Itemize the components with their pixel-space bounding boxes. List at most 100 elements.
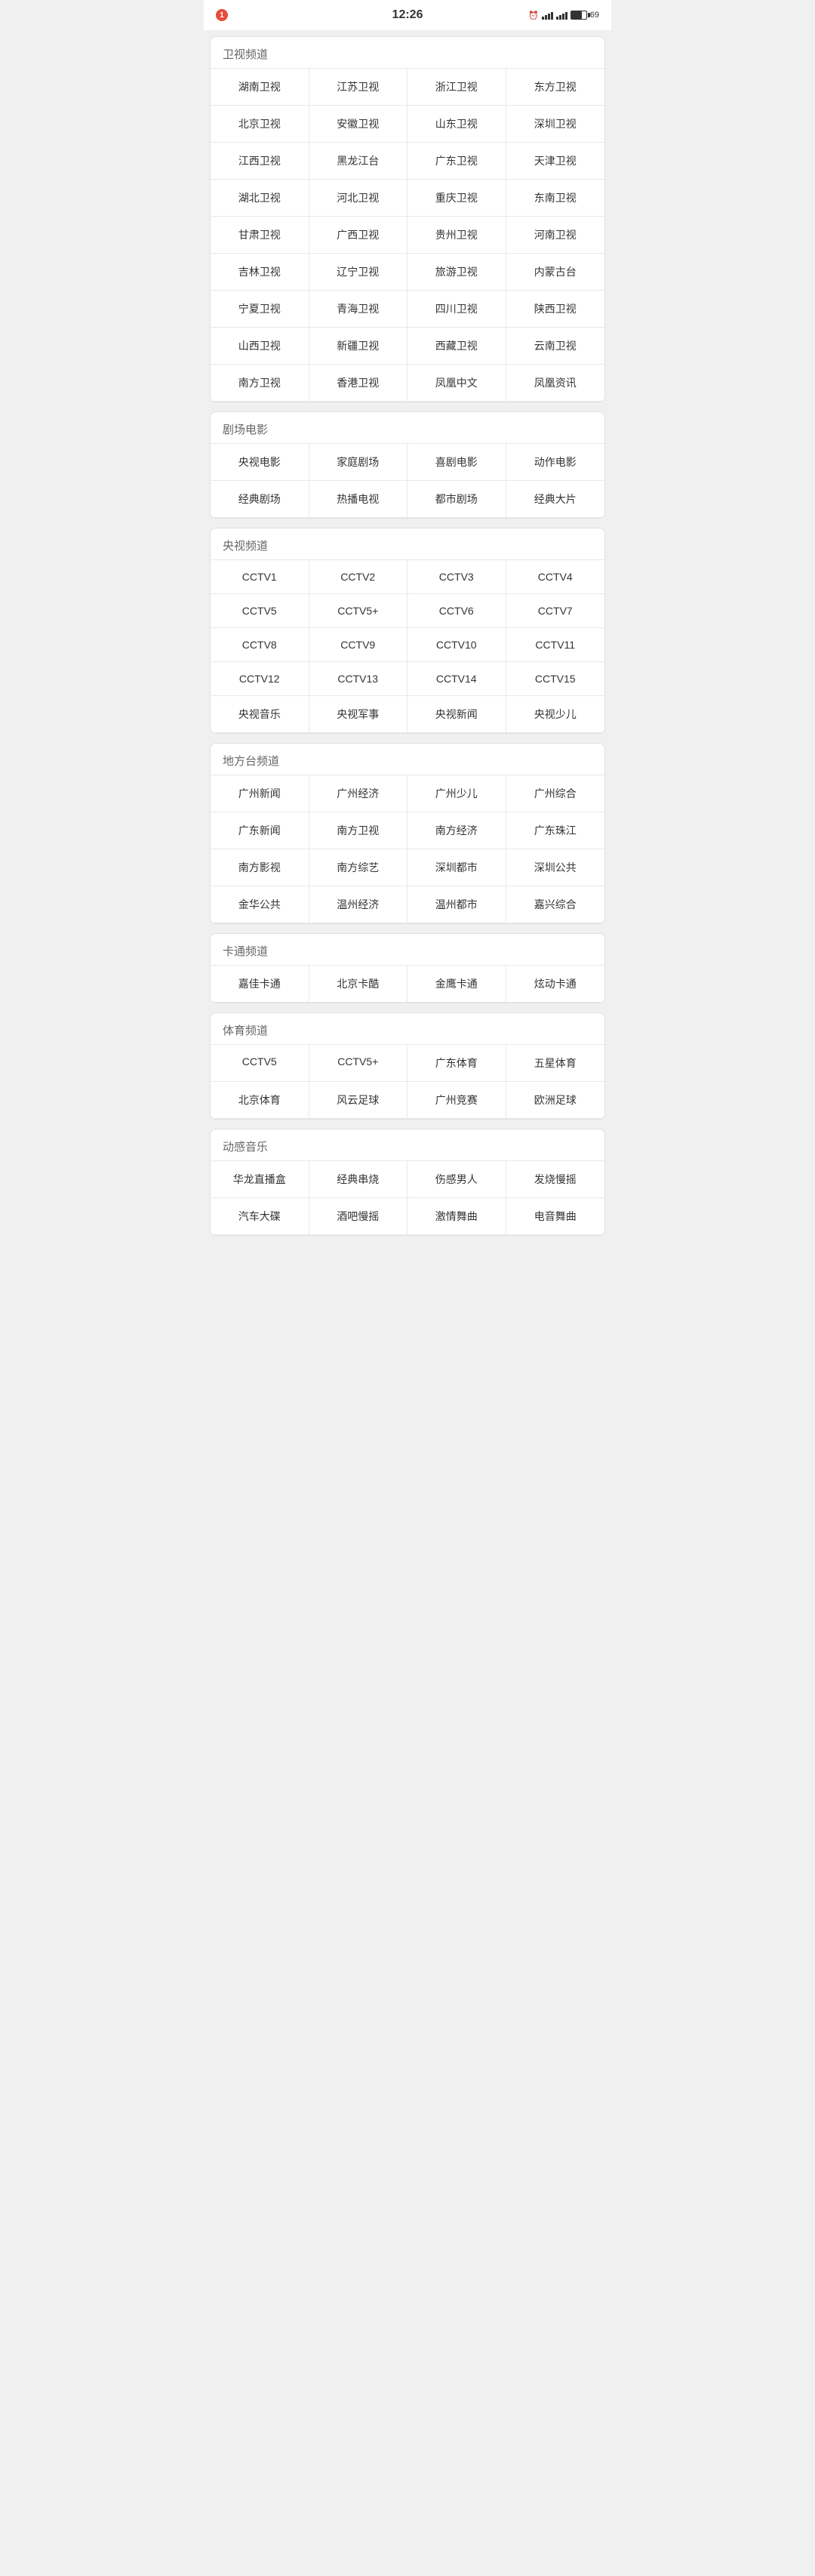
grid-cell-cctv-15[interactable]: CCTV15	[506, 662, 605, 696]
grid-cell-local-10[interactable]: 深圳都市	[408, 849, 506, 886]
grid-cell-music-7[interactable]: 电音舞曲	[506, 1198, 605, 1235]
grid-cell-drama-movies-5[interactable]: 热播电视	[309, 481, 408, 518]
grid-cell-local-3[interactable]: 广州综合	[506, 775, 605, 812]
grid-cell-local-9[interactable]: 南方综艺	[309, 849, 408, 886]
grid-cell-music-0[interactable]: 华龙直播盒	[211, 1161, 309, 1198]
grid-cell-satellite-25[interactable]: 青海卫视	[309, 291, 408, 328]
grid-cell-local-15[interactable]: 嘉兴综合	[506, 886, 605, 923]
grid-cell-satellite-32[interactable]: 南方卫视	[211, 365, 309, 402]
grid-cell-local-4[interactable]: 广东新闻	[211, 812, 309, 849]
grid-cell-music-4[interactable]: 汽车大碟	[211, 1198, 309, 1235]
grid-cell-drama-movies-1[interactable]: 家庭剧场	[309, 444, 408, 481]
grid-cell-sports-6[interactable]: 广州竞赛	[408, 1082, 506, 1119]
grid-cell-satellite-29[interactable]: 新疆卫视	[309, 328, 408, 365]
grid-cell-sports-4[interactable]: 北京体育	[211, 1082, 309, 1119]
grid-cell-satellite-22[interactable]: 旅游卫视	[408, 254, 506, 291]
grid-cell-drama-movies-0[interactable]: 央视电影	[211, 444, 309, 481]
grid-cell-satellite-12[interactable]: 湖北卫视	[211, 180, 309, 217]
grid-cell-cartoon-3[interactable]: 炫动卡通	[506, 966, 605, 1003]
grid-cell-satellite-24[interactable]: 宁夏卫视	[211, 291, 309, 328]
grid-cell-cctv-8[interactable]: CCTV8	[211, 628, 309, 662]
grid-cell-local-2[interactable]: 广州少儿	[408, 775, 506, 812]
grid-cell-satellite-20[interactable]: 吉林卫视	[211, 254, 309, 291]
grid-cell-local-14[interactable]: 温州都市	[408, 886, 506, 923]
grid-cell-satellite-17[interactable]: 广西卫视	[309, 217, 408, 254]
grid-cell-satellite-7[interactable]: 深圳卫视	[506, 106, 605, 143]
grid-cell-satellite-1[interactable]: 江苏卫视	[309, 69, 408, 106]
grid-cell-satellite-15[interactable]: 东南卫视	[506, 180, 605, 217]
grid-cell-cartoon-0[interactable]: 嘉佳卡通	[211, 966, 309, 1003]
grid-cell-cctv-14[interactable]: CCTV14	[408, 662, 506, 696]
grid-cell-satellite-2[interactable]: 浙江卫视	[408, 69, 506, 106]
grid-cell-satellite-8[interactable]: 江西卫视	[211, 143, 309, 180]
grid-cell-cctv-1[interactable]: CCTV2	[309, 560, 408, 594]
grid-cell-cctv-4[interactable]: CCTV5	[211, 594, 309, 628]
grid-cell-satellite-26[interactable]: 四川卫视	[408, 291, 506, 328]
grid-cell-local-6[interactable]: 南方经济	[408, 812, 506, 849]
grid-cell-local-12[interactable]: 金华公共	[211, 886, 309, 923]
grid-cell-satellite-9[interactable]: 黑龙江台	[309, 143, 408, 180]
grid-cell-satellite-27[interactable]: 陕西卫视	[506, 291, 605, 328]
grid-cell-drama-movies-3[interactable]: 动作电影	[506, 444, 605, 481]
grid-cell-music-2[interactable]: 伤感男人	[408, 1161, 506, 1198]
grid-cell-cctv-9[interactable]: CCTV9	[309, 628, 408, 662]
grid-cell-cartoon-1[interactable]: 北京卡酷	[309, 966, 408, 1003]
grid-cell-local-7[interactable]: 广东珠江	[506, 812, 605, 849]
grid-cell-satellite-5[interactable]: 安徽卫视	[309, 106, 408, 143]
grid-cell-music-5[interactable]: 酒吧慢摇	[309, 1198, 408, 1235]
grid-cell-music-1[interactable]: 经典串烧	[309, 1161, 408, 1198]
grid-cell-cctv-10[interactable]: CCTV10	[408, 628, 506, 662]
grid-cell-drama-movies-6[interactable]: 都市剧场	[408, 481, 506, 518]
grid-cell-local-1[interactable]: 广州经济	[309, 775, 408, 812]
grid-cell-sports-7[interactable]: 欧洲足球	[506, 1082, 605, 1119]
grid-cell-cctv-19[interactable]: 央视少儿	[506, 696, 605, 733]
grid-cell-local-13[interactable]: 温州经济	[309, 886, 408, 923]
grid-cell-satellite-6[interactable]: 山东卫视	[408, 106, 506, 143]
grid-cell-satellite-11[interactable]: 天津卫视	[506, 143, 605, 180]
grid-cell-satellite-18[interactable]: 贵州卫视	[408, 217, 506, 254]
grid-cell-cctv-17[interactable]: 央视军事	[309, 696, 408, 733]
grid-cell-satellite-10[interactable]: 广东卫视	[408, 143, 506, 180]
grid-cell-satellite-21[interactable]: 辽宁卫视	[309, 254, 408, 291]
grid-cell-local-0[interactable]: 广州新闻	[211, 775, 309, 812]
grid-cell-cctv-16[interactable]: 央视音乐	[211, 696, 309, 733]
grid-cell-satellite-14[interactable]: 重庆卫视	[408, 180, 506, 217]
grid-cell-satellite-23[interactable]: 内蒙古台	[506, 254, 605, 291]
grid-cell-sports-5[interactable]: 风云足球	[309, 1082, 408, 1119]
grid-cell-cctv-13[interactable]: CCTV13	[309, 662, 408, 696]
grid-cell-music-6[interactable]: 激情舞曲	[408, 1198, 506, 1235]
grid-cell-satellite-28[interactable]: 山西卫视	[211, 328, 309, 365]
grid-cell-satellite-31[interactable]: 云南卫视	[506, 328, 605, 365]
grid-cell-drama-movies-2[interactable]: 喜剧电影	[408, 444, 506, 481]
grid-cell-cartoon-2[interactable]: 金鹰卡通	[408, 966, 506, 1003]
grid-cell-cctv-6[interactable]: CCTV6	[408, 594, 506, 628]
grid-cell-satellite-0[interactable]: 湖南卫视	[211, 69, 309, 106]
grid-cell-satellite-16[interactable]: 甘肃卫视	[211, 217, 309, 254]
grid-cell-satellite-30[interactable]: 西藏卫视	[408, 328, 506, 365]
grid-cell-satellite-35[interactable]: 凤凰资讯	[506, 365, 605, 402]
grid-cell-satellite-3[interactable]: 东方卫视	[506, 69, 605, 106]
grid-cell-drama-movies-4[interactable]: 经典剧场	[211, 481, 309, 518]
grid-cell-music-3[interactable]: 发烧慢摇	[506, 1161, 605, 1198]
grid-cell-cctv-0[interactable]: CCTV1	[211, 560, 309, 594]
grid-cell-satellite-33[interactable]: 香港卫视	[309, 365, 408, 402]
grid-cell-cctv-3[interactable]: CCTV4	[506, 560, 605, 594]
grid-cell-sports-2[interactable]: 广东体育	[408, 1045, 506, 1082]
grid-cell-local-11[interactable]: 深圳公共	[506, 849, 605, 886]
grid-cell-sports-1[interactable]: CCTV5+	[309, 1045, 408, 1082]
grid-cell-drama-movies-7[interactable]: 经典大片	[506, 481, 605, 518]
grid-cell-sports-3[interactable]: 五星体育	[506, 1045, 605, 1082]
grid-cell-local-5[interactable]: 南方卫视	[309, 812, 408, 849]
grid-cell-satellite-19[interactable]: 河南卫视	[506, 217, 605, 254]
grid-cell-cctv-7[interactable]: CCTV7	[506, 594, 605, 628]
grid-cell-local-8[interactable]: 南方影视	[211, 849, 309, 886]
grid-cell-cctv-18[interactable]: 央视新闻	[408, 696, 506, 733]
grid-cell-sports-0[interactable]: CCTV5	[211, 1045, 309, 1082]
grid-cell-cctv-5[interactable]: CCTV5+	[309, 594, 408, 628]
grid-cell-satellite-34[interactable]: 凤凰中文	[408, 365, 506, 402]
grid-cell-cctv-2[interactable]: CCTV3	[408, 560, 506, 594]
grid-cell-cctv-12[interactable]: CCTV12	[211, 662, 309, 696]
grid-cell-satellite-13[interactable]: 河北卫视	[309, 180, 408, 217]
grid-cell-cctv-11[interactable]: CCTV11	[506, 628, 605, 662]
grid-cell-satellite-4[interactable]: 北京卫视	[211, 106, 309, 143]
